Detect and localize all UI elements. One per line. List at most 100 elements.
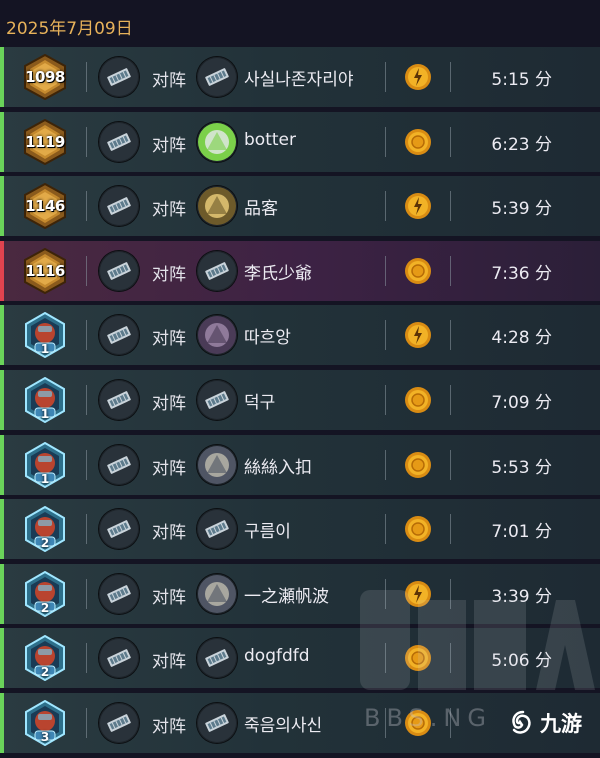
divider [385,191,386,222]
legend-rank-icon: 1146 [22,183,68,230]
opponent-green-claw-icon [197,121,237,162]
divider [385,320,386,351]
brand-name: 九游 [540,712,582,736]
divider [385,514,386,545]
my-deck-icon [99,702,139,743]
divider [86,62,87,92]
vs-label: 对阵 [152,200,186,221]
match-row[interactable]: 1116 对阵 李氏少爺 7:36 分 [0,240,600,301]
divider [86,320,87,351]
divider [450,449,451,480]
match-duration: 7:09 分 [491,392,552,413]
vs-label: 对阵 [152,523,186,544]
diamond-rank-icon: 3 [22,699,68,747]
divider [86,643,87,674]
opponent-name: 絲絲入扣 [244,457,312,478]
opponent-deck-icon [197,250,237,291]
vs-label: 对阵 [152,393,186,414]
divider [385,126,386,157]
vs-label: 对阵 [152,716,186,737]
opponent-name: 덕구 [244,392,276,413]
match-row[interactable]: 2 对阵 구름이 7:01 分 [0,499,600,560]
divider [450,191,451,222]
match-duration: 7:36 分 [491,263,552,284]
tier-number: 2 [40,600,50,615]
opponent-name: dogfdfd [244,646,310,667]
opponent-deck-icon [197,638,237,679]
watermark-text: BBS.NG [364,704,492,732]
coin-icon [404,257,432,285]
vs-label: 对阵 [152,71,186,91]
brand-logo: 九游 [510,705,598,741]
opponent-name: 따흐앙 [244,328,291,349]
divider [450,384,451,415]
opponent-mage-icon [197,573,237,614]
match-duration: 5:39 分 [491,199,552,220]
diamond-rank-icon: 1 [22,376,68,424]
tier-number: 2 [40,536,50,551]
opponent-name: 사실나존자리야 [244,70,354,90]
diamond-rank-icon: 2 [22,570,68,617]
tier-number: 1 [40,471,50,486]
match-row[interactable]: 1 对阵 絲絲入扣 5:53 分 [0,434,600,495]
opponent-name: 죽음의사신 [244,715,323,736]
divider [86,384,87,415]
match-duration: 6:23 分 [491,134,552,155]
legend-rank-icon: 1119 [22,118,68,165]
opponent-mage-icon [197,444,237,485]
opponent-purple-creature-icon [197,315,237,356]
opponent-name: botter [244,129,296,150]
the-coin-icon [404,63,432,91]
brand-swirl-icon [512,710,531,734]
match-duration: 5:53 分 [491,457,552,478]
divider [385,384,386,415]
tier-number: 3 [40,729,50,744]
opponent-name: 一之瀬帆波 [244,586,329,607]
coin-icon [404,386,432,414]
match-duration: 7:01 分 [491,522,552,543]
opponent-deck-icon [197,702,237,743]
my-deck-icon [99,250,139,291]
diamond-rank-icon: 1 [22,312,68,359]
divider [385,62,386,92]
opponent-deck-icon [197,379,237,420]
legend-rank-icon: 1098 [22,53,68,101]
divider [86,578,87,609]
my-deck-icon [99,315,139,356]
tier-number: 1 [40,406,50,421]
opponent-name: 品客 [244,199,278,220]
legend-rank-value: 1146 [25,197,65,216]
vs-label: 对阵 [152,652,186,673]
the-coin-icon [404,192,432,220]
vs-label: 对阵 [152,329,186,350]
legend-rank-value: 1119 [25,132,65,151]
the-coin-icon [404,321,432,349]
opponent-name: 李氏少爺 [244,263,312,284]
match-row[interactable]: 1 对阵 덕구 7:09 分 [0,369,600,430]
tier-number: 1 [40,342,50,357]
match-row[interactable]: 1 对阵 따흐앙 4:28 分 [0,305,600,366]
coin-icon [404,515,432,543]
divider [86,191,87,222]
legend-rank-value: 1116 [25,261,65,280]
coin-icon [404,128,432,156]
divider [86,126,87,157]
my-deck-icon [99,186,139,227]
match-row[interactable]: 1119 对阵 botter 6:23 分 [0,111,600,172]
match-row[interactable]: 1146 对阵 品客 5:39 分 [0,176,600,237]
diamond-rank-icon: 2 [22,635,68,682]
vs-label: 对阵 [152,264,186,285]
vs-label: 对阵 [152,587,186,608]
match-row[interactable]: 1098 对阵 사실나존자리야 5:15 分 [0,47,600,107]
tier-number: 2 [40,665,50,680]
opponent-deck-icon [197,509,237,550]
divider [450,514,451,545]
date-header: 2025年7月09日 [6,19,133,39]
opponent-gold-warrior-icon [197,186,237,227]
legend-rank-icon: 1116 [22,247,68,294]
vs-label: 对阵 [152,458,186,479]
my-deck-icon [99,57,139,97]
vs-label: 对阵 [152,135,186,156]
divider [385,449,386,480]
legend-rank-value: 1098 [25,68,65,86]
